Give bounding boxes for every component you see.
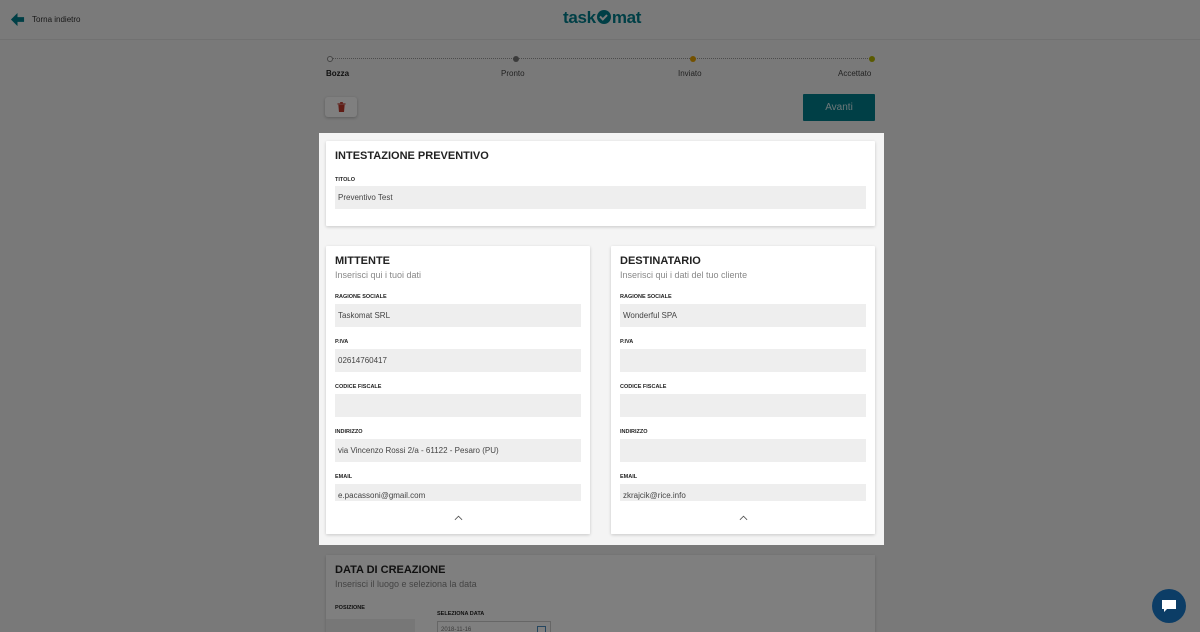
field-label: CODICE FISCALE bbox=[620, 384, 667, 390]
destinatario-ragione-sociale-input[interactable]: Wonderful SPA bbox=[620, 304, 866, 327]
destinatario-card: DESTINATARIO Inserisci qui i dati del tu… bbox=[611, 246, 875, 534]
field-label: RAGIONE SOCIALE bbox=[335, 294, 387, 300]
destinatario-subtitle: Inserisci qui i dati del tuo cliente bbox=[620, 270, 748, 280]
mittente-ragione-sociale-input[interactable]: Taskomat SRL bbox=[335, 304, 581, 327]
titolo-label: TITOLO bbox=[335, 177, 356, 183]
mittente-codice-fiscale-input[interactable] bbox=[335, 394, 581, 417]
destinatario-indirizzo-input[interactable] bbox=[620, 439, 866, 462]
mittente-card: MITTENTE Inserisci qui i tuoi dati RAGIO… bbox=[326, 246, 590, 534]
field-label: CODICE FISCALE bbox=[335, 384, 382, 390]
field-label: EMAIL bbox=[620, 474, 638, 480]
field-label: EMAIL bbox=[335, 474, 353, 480]
destinatario-title: DESTINATARIO bbox=[620, 255, 701, 267]
titolo-input[interactable]: Preventivo Test bbox=[335, 186, 866, 209]
intestazione-card: INTESTAZIONE PREVENTIVO TITOLO Preventiv… bbox=[326, 141, 875, 226]
field-label: INDIRIZZO bbox=[335, 429, 363, 435]
mittente-piva-input[interactable]: 02614760417 bbox=[335, 349, 581, 372]
destinatario-codice-fiscale-input[interactable] bbox=[620, 394, 866, 417]
field-label: P.IVA bbox=[335, 339, 349, 345]
field-label: INDIRIZZO bbox=[620, 429, 648, 435]
chevron-up-icon bbox=[454, 515, 462, 520]
intestazione-title: INTESTAZIONE PREVENTIVO bbox=[335, 150, 489, 162]
chat-icon bbox=[1162, 600, 1176, 612]
destinatario-collapse-button[interactable] bbox=[611, 501, 875, 534]
chat-button[interactable] bbox=[1152, 589, 1186, 623]
quote-modal: INTESTAZIONE PREVENTIVO TITOLO Preventiv… bbox=[319, 133, 884, 545]
mittente-title: MITTENTE bbox=[335, 255, 390, 267]
field-label: P.IVA bbox=[620, 339, 634, 345]
mittente-subtitle: Inserisci qui i tuoi dati bbox=[335, 270, 422, 280]
chevron-up-icon bbox=[739, 515, 747, 520]
field-label: RAGIONE SOCIALE bbox=[620, 294, 672, 300]
destinatario-piva-input[interactable] bbox=[620, 349, 866, 372]
mittente-indirizzo-input[interactable]: via Vincenzo Rossi 2/a - 61122 - Pesaro … bbox=[335, 439, 581, 462]
mittente-collapse-button[interactable] bbox=[326, 501, 590, 534]
